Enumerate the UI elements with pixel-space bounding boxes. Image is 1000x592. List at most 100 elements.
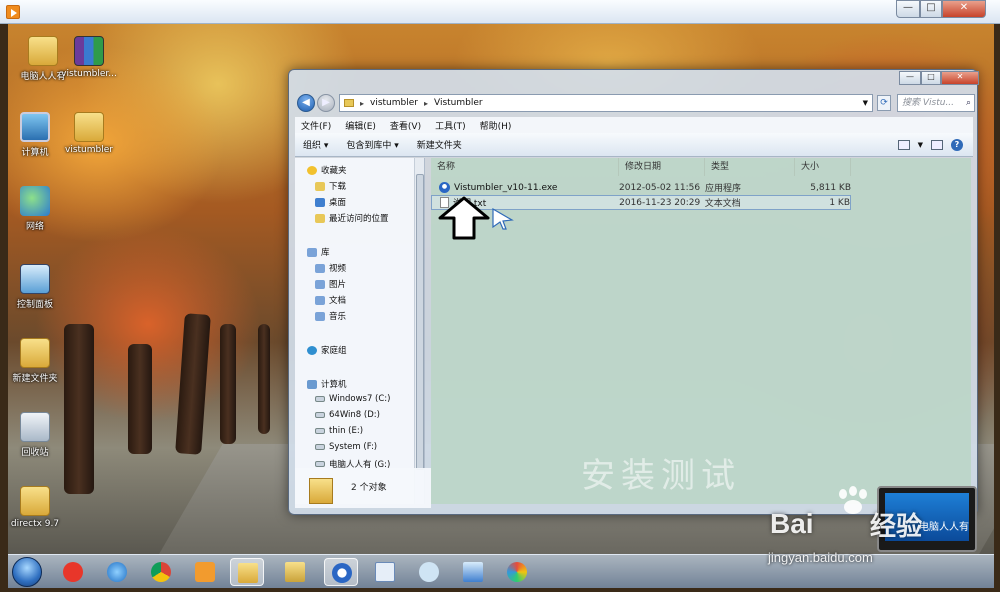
menu-tools[interactable]: 工具(T) xyxy=(435,119,466,132)
chrome-icon xyxy=(151,562,171,582)
address-row: ◀ ▶ ▸ vistumbler ▸ Vistumbler ▼ ⟳ 搜索 Vis… xyxy=(295,92,975,114)
taskbar-item[interactable] xyxy=(412,558,446,586)
folder-icon xyxy=(20,486,50,516)
preview-pane-icon[interactable] xyxy=(931,139,943,150)
desktop-icon-control-panel[interactable]: 控制面板 xyxy=(8,264,70,310)
baidu-url: jingyan.baidu.com xyxy=(768,550,873,565)
help-icon[interactable]: ? xyxy=(951,138,963,151)
nav-desktop[interactable]: 桌面 xyxy=(315,196,346,208)
desktop-icon-directx[interactable]: directx 9.7 xyxy=(8,486,70,529)
nav-label: 音乐 xyxy=(329,312,347,322)
nav-music[interactable]: 音乐 xyxy=(315,310,346,322)
desktop-icon-network[interactable]: 网络 xyxy=(8,186,70,232)
desktop-icon-vistumbler-folder[interactable]: vistumbler xyxy=(54,112,124,155)
nav-computer[interactable]: 计算机 xyxy=(307,378,347,390)
nav-drive[interactable]: thin (E:) xyxy=(315,426,363,436)
desktop-icon-label: 计算机 xyxy=(21,148,49,158)
column-date[interactable]: 修改日期 xyxy=(619,158,705,176)
nav-label: 视频 xyxy=(329,264,347,274)
close-button[interactable]: ✕ xyxy=(942,0,986,18)
taskbar-item[interactable] xyxy=(500,558,534,586)
nav-homegroup[interactable]: 家庭组 xyxy=(307,344,347,356)
desktop-icon-recycle-bin[interactable]: 回收站 xyxy=(8,412,70,458)
taskbar-item-active[interactable] xyxy=(324,558,358,586)
nav-videos[interactable]: 视频 xyxy=(315,262,346,274)
breadcrumb-item[interactable]: Vistumbler xyxy=(434,98,483,108)
include-library-button[interactable]: 包含到库中 ▾ xyxy=(346,138,398,151)
explorer-close-button[interactable]: ✕ xyxy=(941,71,979,85)
nav-recent[interactable]: 最近访问的位置 xyxy=(315,212,389,224)
taskbar-item[interactable] xyxy=(144,558,178,586)
back-button[interactable]: ◀ xyxy=(297,94,315,112)
taskbar-item[interactable] xyxy=(56,558,90,586)
nav-pictures[interactable]: 图片 xyxy=(315,278,346,290)
menu-view[interactable]: 查看(V) xyxy=(390,119,421,132)
download-folder-icon xyxy=(315,181,325,191)
file-row[interactable]: Vistumbler_v10-11.exe 2012-05-02 11:56 应… xyxy=(431,180,851,195)
nav-drive[interactable]: System (F:) xyxy=(315,442,377,452)
nav-drive[interactable]: Windows7 (C:) xyxy=(315,394,390,404)
item-count: 2 个对象 xyxy=(351,483,387,493)
folder-icon xyxy=(309,478,333,504)
nav-favorites[interactable]: 收藏夹 xyxy=(307,164,347,176)
column-name[interactable]: 名称 xyxy=(431,158,619,176)
taskbar-item[interactable] xyxy=(278,558,312,586)
nav-scrollbar[interactable] xyxy=(414,158,424,504)
taskbar-item[interactable] xyxy=(368,558,402,586)
new-folder-button[interactable]: 新建文件夹 xyxy=(417,138,462,151)
control-panel-icon xyxy=(20,264,50,294)
view-dropdown-icon[interactable]: ▼ xyxy=(918,141,923,149)
explorer-minimize-button[interactable]: — xyxy=(899,71,921,85)
desktop-icon xyxy=(315,197,325,207)
details-pane: 2 个对象 xyxy=(295,468,431,508)
taskbar-item[interactable] xyxy=(456,558,490,586)
overlay-caption: 安装测试 xyxy=(581,456,741,496)
nav-label: 计算机 xyxy=(321,380,347,390)
media-player-icon xyxy=(195,562,215,582)
drive-icon xyxy=(315,444,325,450)
view-options-icon[interactable] xyxy=(897,139,910,150)
minimize-button[interactable]: — xyxy=(896,0,920,18)
nav-label: System (F:) xyxy=(329,442,378,452)
desktop-icon-new-folder[interactable]: 新建文件夹 xyxy=(8,338,70,384)
explorer-maximize-button[interactable]: □ xyxy=(921,71,941,85)
nav-drive[interactable]: 64Win8 (D:) xyxy=(315,410,380,420)
menu-edit[interactable]: 编辑(E) xyxy=(345,119,376,132)
drive-icon xyxy=(315,412,325,418)
player-app-icon xyxy=(6,5,20,19)
refresh-button[interactable]: ⟳ xyxy=(877,95,891,111)
nav-documents[interactable]: 文档 xyxy=(315,294,346,306)
nav-label: 最近访问的位置 xyxy=(329,214,389,224)
nav-label: 桌面 xyxy=(329,198,347,208)
breadcrumb-separator-icon: ▸ xyxy=(423,98,428,108)
drive-icon xyxy=(315,461,325,467)
menu-help[interactable]: 帮助(H) xyxy=(480,119,512,132)
recent-places-icon xyxy=(315,213,325,223)
document-icon xyxy=(375,562,395,582)
nav-library[interactable]: 库 xyxy=(307,246,330,258)
address-bar[interactable]: ▸ vistumbler ▸ Vistumbler ▼ xyxy=(339,94,873,112)
360-icon xyxy=(63,562,83,582)
organize-button[interactable]: 组织 ▾ xyxy=(303,138,328,151)
taskbar-item[interactable] xyxy=(100,558,134,586)
command-bar: 组织 ▾ 包含到库中 ▾ 新建文件夹 ▼ ? xyxy=(295,133,973,157)
scrollbar-thumb[interactable] xyxy=(416,174,424,470)
breadcrumb-separator-icon: ▸ xyxy=(360,98,365,108)
desktop-icon-vistumbler-archive[interactable]: vistumbler... xyxy=(54,36,124,79)
menu-file[interactable]: 文件(F) xyxy=(301,119,331,132)
search-icon[interactable]: ⌕ xyxy=(966,95,971,111)
taskbar-item-active[interactable] xyxy=(230,558,264,586)
breadcrumb-item[interactable]: vistumbler xyxy=(370,98,418,108)
search-input[interactable]: 搜索 Vistu... ⌕ xyxy=(897,94,975,112)
start-button[interactable] xyxy=(12,557,42,587)
nav-downloads[interactable]: 下载 xyxy=(315,180,346,192)
address-dropdown-icon[interactable]: ▼ xyxy=(863,99,868,107)
forward-button[interactable]: ▶ xyxy=(317,94,335,112)
taskbar-item[interactable] xyxy=(188,558,222,586)
column-type[interactable]: 类型 xyxy=(705,158,795,176)
computer-icon xyxy=(20,112,50,142)
maximize-button[interactable]: □ xyxy=(920,0,942,18)
column-size[interactable]: 大小 xyxy=(795,158,851,176)
desktop-icon-label: 回收站 xyxy=(21,448,49,458)
computer-icon xyxy=(307,379,317,389)
